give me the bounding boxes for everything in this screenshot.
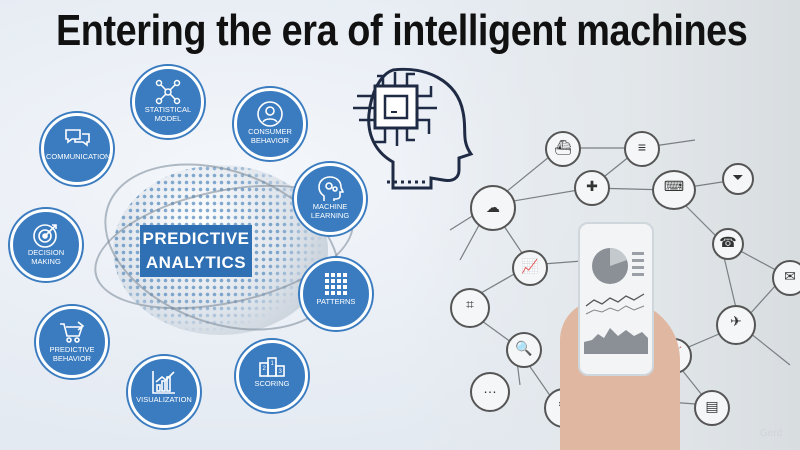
funnel-node: ⏷: [722, 163, 754, 195]
head-gears-icon: [318, 176, 344, 201]
phone-screen-charts: [584, 247, 648, 354]
center-label-line2: ANALYTICS: [145, 253, 247, 272]
watermark: Gerd: [760, 428, 783, 439]
search-document-node: 🔍: [506, 332, 542, 368]
wifi-node: ⌗: [450, 288, 490, 328]
node-label: PREDICTIVE BEHAVIOR: [49, 345, 95, 363]
node-scoring: 12 3 SCORING: [236, 340, 308, 412]
chart-node: 📈: [512, 250, 548, 286]
document-node: ✉: [772, 260, 800, 296]
network-icon: [155, 79, 181, 105]
grid-icon: [325, 273, 347, 295]
node-label: MACHINE LEARNING: [310, 202, 350, 220]
satellite-node: ✈: [716, 305, 756, 345]
target-icon: [33, 224, 57, 248]
cloud-network-node: ☁: [470, 185, 516, 231]
chat-node: …: [470, 372, 510, 412]
node-label: STATISTICAL MODEL: [144, 105, 192, 123]
node-predictive-behavior: PREDICTIVE BEHAVIOR: [36, 306, 108, 378]
svg-text:3: 3: [279, 369, 283, 375]
bar-chart-icon: [152, 371, 175, 394]
node-visualization: VISUALIZATION: [128, 356, 200, 428]
page-title: Entering the era of intelligent machines: [56, 6, 748, 55]
node-patterns: PATTERNS: [300, 258, 372, 330]
svg-text:1: 1: [271, 361, 275, 367]
medical-node: ✚: [574, 170, 610, 206]
laptop-node: ⌨: [652, 170, 696, 210]
phone-call-node: ☎: [712, 228, 744, 260]
node-label: COMMUNICATION: [46, 152, 111, 161]
speech-bubbles-icon: [65, 129, 90, 147]
node-label: DECISION MAKING: [27, 248, 65, 266]
smartphone: [578, 222, 654, 376]
svg-text:2: 2: [263, 366, 267, 372]
predictive-analytics-label: PREDICTIVE ANALYTICS: [140, 225, 252, 277]
node-label: CONSUMER BEHAVIOR: [248, 127, 292, 145]
podium-icon: 12 3: [259, 357, 285, 377]
node-communication: COMMUNICATION: [41, 113, 113, 185]
node-label: SCORING: [254, 379, 290, 388]
ship-node: ⛴: [545, 131, 581, 167]
node-label: PATTERNS: [316, 297, 356, 306]
node-consumer-behavior: CONSUMER BEHAVIOR: [234, 88, 306, 160]
database-node: ≡: [624, 131, 660, 167]
printer-node: ▤: [694, 390, 730, 426]
cart-icon: [60, 321, 85, 343]
node-statistical-model: STATISTICAL MODEL: [132, 66, 204, 138]
node-decision-making: DECISION MAKING: [10, 209, 82, 281]
person-icon: [257, 101, 283, 127]
node-label: VISUALIZATION: [136, 395, 192, 404]
center-label-line1: PREDICTIVE: [142, 229, 250, 248]
node-machine-learning: MACHINE LEARNING: [294, 163, 366, 235]
